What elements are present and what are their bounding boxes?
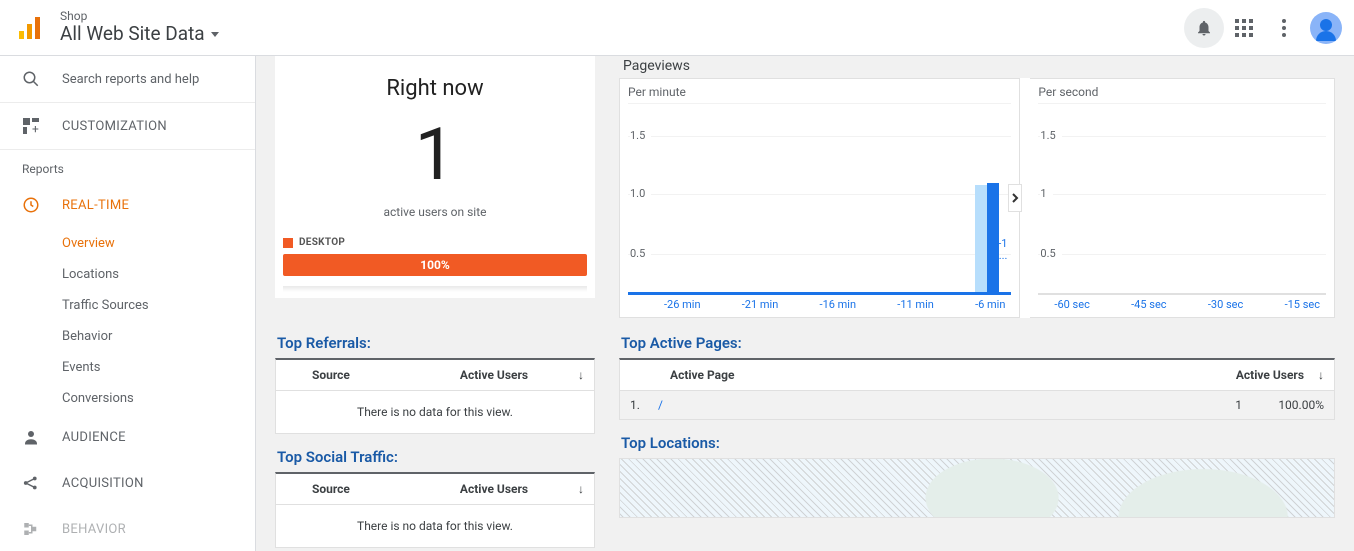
- dashboard-icon: +: [22, 117, 40, 135]
- x-axis-sec: -60 sec -45 sec -30 sec -15 sec: [1038, 298, 1326, 311]
- search-placeholder: Search reports and help: [62, 72, 199, 87]
- x-axis-min: -26 min -21 min -16 min -11 min -6 min: [628, 298, 1011, 311]
- sort-arrow-icon[interactable]: ↓: [1304, 368, 1324, 382]
- apps-button[interactable]: [1224, 8, 1264, 48]
- ga-logo-icon: [14, 12, 46, 44]
- active-users-label: active users on site: [275, 205, 595, 219]
- search-icon: [22, 70, 40, 88]
- top-referrals-table: Source Active Users ↓ There is no data f…: [275, 358, 595, 434]
- app-header: Shop All Web Site Data: [0, 0, 1354, 56]
- per-minute-chart: Per minute 1.5 1.0 0.5 -1... -26 min -2: [619, 78, 1020, 318]
- nav-acquisition[interactable]: ACQUISITION: [0, 460, 255, 506]
- search-input[interactable]: Search reports and help: [0, 56, 255, 103]
- top-referrals-title: Top Referrals:: [275, 320, 595, 358]
- subnav-locations[interactable]: Locations: [62, 259, 255, 290]
- apps-grid-icon: [1235, 19, 1253, 37]
- per-second-chart: Per second 1.5 1 0.5 -60 sec -45 sec -30…: [1030, 78, 1335, 318]
- content-area: Right now 1 active users on site DESKTOP…: [256, 56, 1354, 551]
- desktop-color-swatch: [283, 238, 293, 248]
- map-icon: [619, 458, 1335, 518]
- active-users-count: 1: [275, 119, 595, 191]
- sidebar: Search reports and help + CUSTOMIZATION …: [0, 56, 256, 551]
- subnav-traffic-sources[interactable]: Traffic Sources: [62, 290, 255, 321]
- view-name: All Web Site Data: [60, 23, 205, 45]
- nav-audience[interactable]: AUDIENCE: [0, 414, 255, 460]
- top-locations-title: Top Locations:: [619, 420, 1335, 458]
- subnav-events[interactable]: Events: [62, 352, 255, 383]
- more-button[interactable]: [1264, 8, 1304, 48]
- more-vert-icon: [1282, 19, 1286, 37]
- sort-arrow-icon[interactable]: ↓: [564, 482, 584, 496]
- desktop-bar: 100%: [283, 254, 587, 276]
- caret-down-icon: [211, 32, 219, 37]
- behavior-icon: [22, 520, 40, 538]
- device-label: DESKTOP: [299, 237, 345, 248]
- page-link[interactable]: /: [658, 398, 1204, 412]
- nav-customization[interactable]: + CUSTOMIZATION: [0, 103, 255, 150]
- table-row[interactable]: 1. / 1 100.00%: [620, 391, 1334, 419]
- pageviews-title: Pageviews: [619, 56, 1335, 78]
- pageviews-panel: Pageviews Per minute 1.5 1.0 0.5 -1...: [619, 56, 1335, 318]
- subnav-conversions[interactable]: Conversions: [62, 383, 255, 414]
- sort-arrow-icon[interactable]: ↓: [564, 368, 584, 382]
- neg1-label: -1...: [998, 238, 1007, 262]
- locations-map[interactable]: [619, 458, 1335, 518]
- view-selector[interactable]: Shop All Web Site Data: [60, 10, 219, 46]
- no-data: There is no data for this view.: [276, 505, 594, 547]
- notifications-button[interactable]: [1184, 8, 1224, 48]
- nav-realtime[interactable]: REAL-TIME: [0, 182, 255, 228]
- no-data: There is no data for this view.: [276, 391, 594, 433]
- subnav-overview[interactable]: Overview: [62, 228, 255, 259]
- clock-icon: [22, 196, 40, 214]
- chevron-right-icon: [1012, 193, 1019, 203]
- top-active-pages-title: Top Active Pages:: [619, 320, 1335, 358]
- reports-label: Reports: [0, 150, 255, 182]
- person-icon: [22, 428, 40, 446]
- right-now-panel: Right now 1 active users on site DESKTOP…: [275, 56, 595, 298]
- top-active-pages-table: Active Page Active Users ↓ 1. / 1 100.00…: [619, 358, 1335, 420]
- subnav-behavior[interactable]: Behavior: [62, 321, 255, 352]
- top-social-title: Top Social Traffic:: [275, 434, 595, 472]
- chart-expand-button[interactable]: [1008, 184, 1022, 212]
- share-icon: [22, 474, 40, 492]
- top-social-table: Source Active Users ↓ There is no data f…: [275, 472, 595, 548]
- account-avatar[interactable]: [1310, 12, 1342, 44]
- realtime-subnav: Overview Locations Traffic Sources Behav…: [0, 228, 255, 414]
- account-name: Shop: [60, 10, 219, 24]
- right-now-title: Right now: [275, 56, 595, 101]
- svg-text:+: +: [32, 122, 39, 134]
- nav-behavior[interactable]: BEHAVIOR: [0, 506, 255, 551]
